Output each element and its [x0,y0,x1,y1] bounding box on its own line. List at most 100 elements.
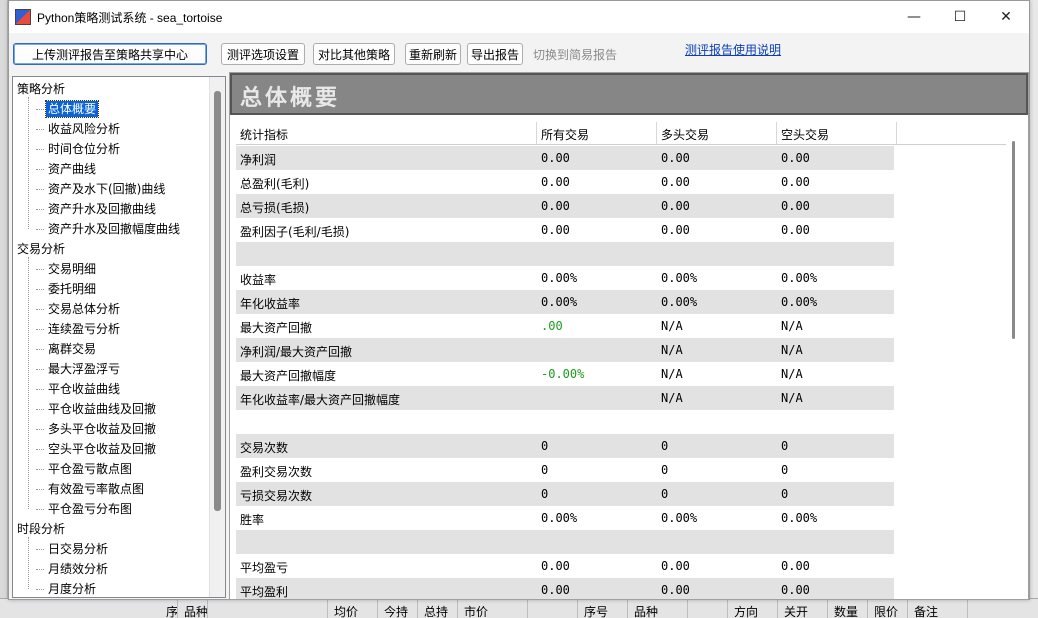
tree-item[interactable]: 收益风险分析 [36,119,122,139]
content-scrollbar-thumb[interactable] [1012,141,1015,339]
tree-item[interactable]: 平仓收益曲线 [36,379,122,399]
column-divider[interactable] [656,122,657,144]
tree-item[interactable]: 平仓收益曲线及回撤 [36,399,158,419]
tree-item-label: 日交易分析 [48,542,109,556]
refresh-button[interactable]: 重新刷新 [405,43,461,65]
report-options-button[interactable]: 测评选项设置 [221,43,305,65]
metric-value: 0.00% [781,511,818,525]
tree-item-label: 收益风险分析 [48,122,121,136]
background-column-header: 备注 [908,599,968,618]
metric-label: 盈利因子(毛利/毛损) [240,225,350,239]
tree-item[interactable]: 离群交易 [36,339,98,359]
table-row: 平均盈亏 0.00 0.00 0.00 [236,554,894,578]
tree-item[interactable]: 资产升水及回撤幅度曲线 [36,219,182,239]
metric-label: 亏损交易次数 [240,489,313,503]
table-row [236,530,894,554]
tree-item[interactable]: 空头平仓收益及回撤 [36,439,158,459]
background-app-right-edge [1030,0,1038,618]
report-content-panel: 总体概要 统计指标 所有交易 多头交易 空头交易 净利润 0.00 0.00 0.00 总盈利(… [229,72,1029,600]
column-divider[interactable] [536,122,537,144]
tree-connector-line [28,97,29,229]
tree-item[interactable]: 平仓盈亏分布图 [36,499,134,519]
background-column-header: 均价 [328,599,378,618]
tree-item-label: 交易总体分析 [48,302,121,316]
tree-item[interactable]: 资产曲线 [36,159,98,179]
metric-value: 0.00 [541,583,570,597]
title-bar[interactable]: Python策略测试系统 - sea_tortoise — ☐ ✕ [9,1,1029,33]
metric-label: 胜率 [240,513,265,527]
column-header[interactable]: 多头交易 [661,126,709,143]
tree-item[interactable]: 总体概要 [36,99,100,119]
toolbar: 上传测评报告至策略共享中心 测评选项设置 对比其他策略 重新刷新 导出报告 切换… [9,33,1029,71]
analysis-tree: 策略分析 总体概要收益风险分析时间仓位分析 资产曲线 资产及水下(回撤)曲线 资产升水及… [13,77,211,597]
metric-label: 总亏损(毛损) [240,201,310,215]
background-column-header: 品种 [178,599,208,618]
tree-group-1[interactable]: 策略分析 [17,79,65,99]
report-help-link[interactable]: 测评报告使用说明 [685,41,781,58]
metric-label: 收益率 [240,273,277,287]
metric-value: 0.00% [541,271,578,285]
metric-value: N/A [781,391,803,405]
tree-scrollbar[interactable] [209,77,225,597]
tree-item[interactable]: 交易总体分析 [36,299,122,319]
tree-item[interactable]: 多头平仓收益及回撤 [36,419,158,439]
tree-item-label: 委托明细 [48,282,97,296]
tree-item[interactable]: 资产及水下(回撤)曲线 [36,179,167,199]
metric-value: 0 [541,439,549,453]
tree-item[interactable]: 日交易分析 [36,539,110,559]
table-row: 交易次数 0 0 0 [236,434,894,458]
tree-item[interactable]: 委托明细 [36,279,98,299]
switch-simple-report-button: 切换到简易报告 [532,47,617,62]
column-header[interactable]: 统计指标 [240,126,288,143]
background-column-header [208,599,328,618]
column-divider[interactable] [776,122,777,144]
tree-group-3[interactable]: 时段分析 [17,519,65,539]
tree-item[interactable]: 平仓盈亏散点图 [36,459,134,479]
background-column-header: 今持 [378,599,418,618]
metric-value: 0.00 [661,151,690,165]
background-column-header [528,599,578,618]
metric-value: .00 [541,319,563,333]
metric-label: 盈利交易次数 [240,465,313,479]
export-report-button[interactable]: 导出报告 [467,43,523,65]
tree-item[interactable]: 有效盈亏率散点图 [36,479,146,499]
metric-value: 0 [661,439,669,453]
table-row: 最大资产回撤幅度 -0.00% N/A N/A [236,362,894,386]
tree-connector-line [28,257,29,509]
metric-value: 0.00 [541,151,570,165]
tree-group-2[interactable]: 交易分析 [17,239,65,259]
background-app-column-header: 序品种 均价 今持 总持 市价 序号 品种 方向 关开 数量 限价 备注 [0,598,1038,618]
tree-item[interactable]: 月绩效分析 [36,559,110,579]
metric-value: 0.00% [541,511,578,525]
table-row: 胜率 0.00% 0.00% 0.00% [236,506,894,530]
column-divider[interactable] [896,122,897,144]
tree-item-label: 多头平仓收益及回撤 [48,422,157,436]
tree-item[interactable]: 交易明细 [36,259,98,279]
minimize-button[interactable]: — [891,1,937,33]
close-button[interactable]: ✕ [983,1,1029,33]
tree-item[interactable]: 连续盈亏分析 [36,319,122,339]
background-column-header: 总持 [418,599,458,618]
metric-value: 0.00 [541,223,570,237]
tree-item[interactable]: 资产升水及回撤曲线 [36,199,158,219]
metric-value: 0.00 [661,559,690,573]
metric-value: 0.00% [781,271,818,285]
table-row: 净利润 0.00 0.00 0.00 [236,146,894,170]
table-row: 总亏损(毛损) 0.00 0.00 0.00 [236,194,894,218]
metric-value: 0.00 [781,175,810,189]
tree-scrollbar-thumb[interactable] [214,91,221,511]
column-header[interactable]: 空头交易 [781,126,829,143]
maximize-button[interactable]: ☐ [937,1,983,33]
metric-value: 0.00 [661,175,690,189]
upload-report-button[interactable]: 上传测评报告至策略共享中心 [13,43,207,65]
metric-value: 0.00% [541,295,578,309]
tree-item[interactable]: 最大浮盈浮亏 [36,359,122,379]
metric-label: 最大资产回撤 [240,321,313,335]
compare-strategies-button[interactable]: 对比其他策略 [313,43,395,65]
tree-item[interactable]: 时间仓位分析 [36,139,122,159]
metric-value: 0.00 [781,559,810,573]
column-header[interactable]: 所有交易 [541,126,589,143]
content-scrollbar[interactable] [1006,123,1026,599]
tree-item[interactable]: 月度分析 [36,579,98,597]
metric-label: 平均盈利 [240,585,289,599]
